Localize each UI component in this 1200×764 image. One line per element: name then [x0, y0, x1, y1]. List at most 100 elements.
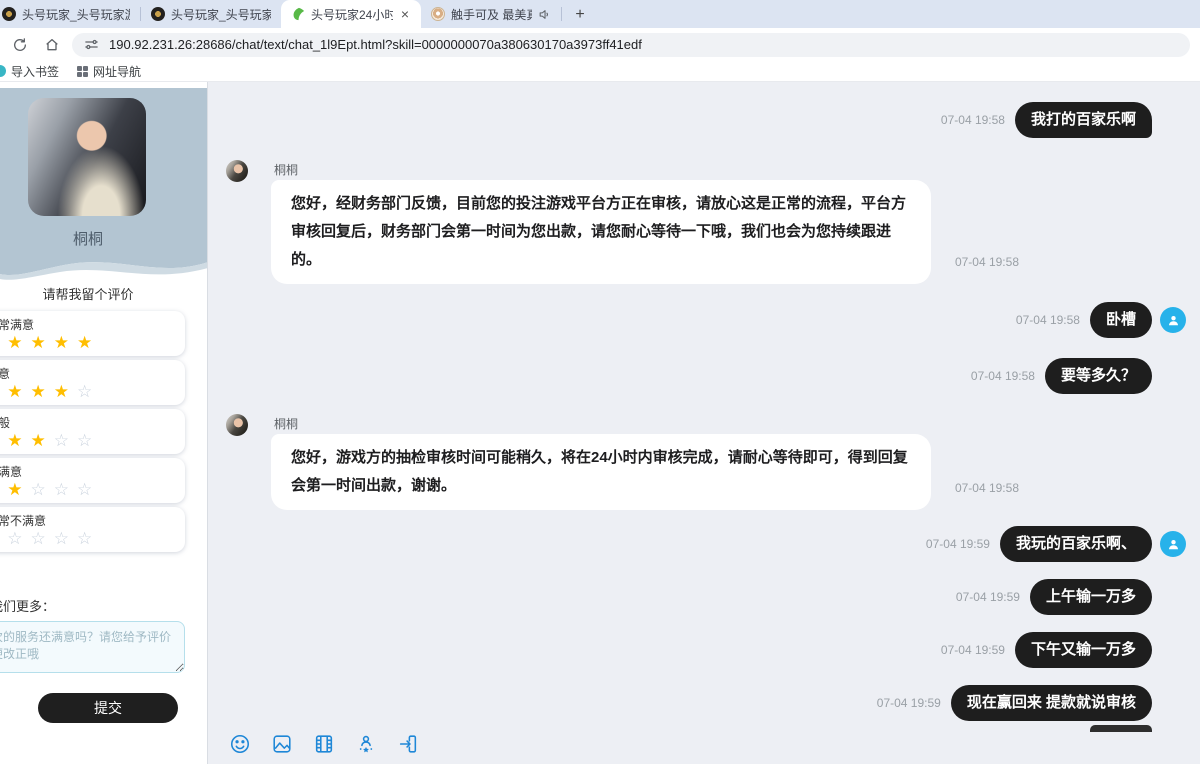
bookmark-favicon	[0, 65, 6, 77]
star-row[interactable]: ★★★★☆	[0, 382, 185, 402]
site-settings-icon[interactable]	[84, 37, 99, 52]
rating-cards: 非常满意 ★★★★★ 满意 ★★★★☆ 一般 ★★★☆☆ 不满意 ★★☆☆☆ 非…	[0, 311, 185, 552]
user-message-row: 07-04 19:59 上午输一万多	[208, 579, 1200, 615]
tab-title: 头号玩家_头号玩家游	[171, 6, 271, 23]
star-filled-icon[interactable]: ★	[77, 333, 100, 352]
bookmark-label: 网址导航	[93, 63, 141, 80]
rating-option-label: 非常满意	[0, 316, 185, 333]
rating-option-label: 非常不满意	[0, 512, 185, 529]
reload-button[interactable]	[8, 33, 32, 57]
user-avatar-icon	[1160, 531, 1186, 557]
agent-message-bubble: 您好，游戏方的抽检审核时间可能稍久，将在24小时内审核完成，请耐心等待即可，得到…	[271, 434, 931, 510]
home-button[interactable]	[40, 33, 64, 57]
star-filled-icon[interactable]: ★	[54, 382, 77, 401]
timestamp: 07-04 19:58	[1016, 313, 1080, 327]
tab-title: 触手可及 最美真人	[451, 6, 532, 23]
user-avatar-icon	[1160, 307, 1186, 333]
emoji-icon[interactable]	[228, 732, 252, 756]
star-empty-icon[interactable]: ☆	[54, 480, 77, 499]
star-filled-icon[interactable]: ★	[31, 333, 54, 352]
agent-avatar-small	[226, 160, 248, 182]
bookmarks-bar: 导入书签 网址导航	[0, 61, 1200, 82]
navigation-bar: 190.92.231.26:28686/chat/text/chat_1l9Ep…	[0, 28, 1200, 61]
star-filled-icon[interactable]: ★	[7, 333, 30, 352]
feedback-textarea[interactable]	[0, 621, 185, 673]
star-filled-icon[interactable]: ★	[7, 431, 30, 450]
rating-option[interactable]: 非常满意 ★★★★★	[0, 311, 185, 356]
star-empty-icon[interactable]: ☆	[31, 529, 54, 548]
new-tab-button[interactable]: +	[568, 3, 592, 27]
star-row[interactable]: ★★★★★	[0, 333, 185, 353]
user-message-bubble: 要等多久？	[1045, 358, 1152, 394]
agent-avatar	[28, 98, 146, 216]
bookmark-nav-site[interactable]: 网址导航	[77, 63, 141, 80]
timestamp: 07-04 19:59	[877, 696, 941, 710]
tab-2[interactable]: 头号玩家_头号玩家游	[141, 0, 281, 28]
tab-separator	[561, 7, 562, 21]
user-message-row: 07-04 19:59 下午又输一万多	[208, 632, 1200, 668]
agent-message-bubble: 您好，经财务部门反馈，目前您的投注游戏平台方正在审核，请放心这是正常的流程，平台…	[271, 180, 931, 284]
grid-icon	[77, 66, 88, 77]
rating-option[interactable]: 一般 ★★★☆☆	[0, 409, 185, 454]
user-message-row: 07-04 19:58 我打的百家乐啊	[208, 102, 1200, 138]
rating-option-label: 一般	[0, 414, 185, 431]
wave-divider	[0, 252, 208, 282]
tab-title: 头号玩家24小时在	[311, 6, 393, 23]
bookmark-label: 导入书签	[11, 63, 59, 80]
timestamp: 07-04 19:58	[971, 369, 1035, 383]
timestamp: 07-04 19:59	[926, 537, 990, 551]
star-filled-icon[interactable]: ★	[31, 382, 54, 401]
tab-audio-icon[interactable]	[538, 8, 551, 21]
transfer-agent-icon[interactable]	[354, 732, 378, 756]
tab-close-icon[interactable]: ×	[399, 6, 411, 22]
chat-panel: 07-04 19:58 我打的百家乐啊 桐桐 您好，经财务部门反馈，目前您的投注…	[208, 82, 1200, 764]
user-message-row: 07-04 19:59 现在赢回来 提款就说审核	[208, 685, 1200, 721]
user-message-bubble: 我玩的百家乐啊、	[1000, 526, 1152, 562]
star-filled-icon[interactable]: ★	[7, 480, 30, 499]
rating-title: 请帮我留个评价	[0, 284, 176, 303]
star-filled-icon[interactable]: ★	[54, 333, 77, 352]
star-filled-icon[interactable]: ★	[31, 431, 54, 450]
agent-name: 桐桐	[0, 228, 176, 249]
chat-toolbar	[208, 724, 1200, 764]
user-message-bubble: 我打的百家乐啊	[1015, 102, 1152, 138]
star-empty-icon[interactable]: ☆	[77, 529, 100, 548]
rating-option-label: 不满意	[0, 463, 185, 480]
star-empty-icon[interactable]: ☆	[77, 382, 100, 401]
star-empty-icon[interactable]: ☆	[54, 529, 77, 548]
message-text: 您好，游戏方的抽检审核时间可能稍久，将在24小时内审核完成，请耐心等待即可，得到…	[291, 449, 908, 494]
agent-message-row: 桐桐 您好，游戏方的抽检审核时间可能稍久，将在24小时内审核完成，请耐心等待即可…	[208, 414, 1200, 510]
star-empty-icon[interactable]: ☆	[7, 529, 30, 548]
agent-message-row: 桐桐 您好，经财务部门反馈，目前您的投注游戏平台方正在审核，请放心这是正常的流程…	[208, 160, 1200, 284]
message-text: 您好，经财务部门反馈，目前您的投注游戏平台方正在审核，请放心这是正常的流程，平台…	[291, 195, 906, 268]
tab-4[interactable]: 触手可及 最美真人	[421, 0, 561, 28]
exit-icon[interactable]	[396, 732, 420, 756]
user-message-bubble: 现在赢回来 提款就说审核	[951, 685, 1152, 721]
timestamp: 07-04 19:58	[955, 248, 1019, 276]
star-empty-icon[interactable]: ☆	[54, 431, 77, 450]
image-icon[interactable]	[270, 732, 294, 756]
agent-avatar-small	[226, 414, 248, 436]
rating-option[interactable]: 满意 ★★★★☆	[0, 360, 185, 405]
user-message-bubble: 上午输一万多	[1030, 579, 1152, 615]
rating-option[interactable]: 不满意 ★★☆☆☆	[0, 458, 185, 503]
tab-3-active[interactable]: 头号玩家24小时在 ×	[281, 0, 421, 28]
star-filled-icon[interactable]: ★	[7, 382, 30, 401]
agent-profile: 桐桐	[0, 88, 207, 252]
star-empty-icon[interactable]: ☆	[77, 431, 100, 450]
star-empty-icon[interactable]: ☆	[77, 480, 100, 499]
star-empty-icon[interactable]: ☆	[31, 480, 54, 499]
video-icon[interactable]	[312, 732, 336, 756]
message-list[interactable]: 07-04 19:58 我打的百家乐啊 桐桐 您好，经财务部门反馈，目前您的投注…	[208, 82, 1200, 724]
submit-button[interactable]: 提交	[38, 693, 178, 723]
tab-favicon	[431, 7, 445, 21]
star-row[interactable]: ★★★☆☆	[0, 431, 185, 451]
user-message-bubble: 卧槽	[1090, 302, 1152, 338]
timestamp: 07-04 19:58	[941, 113, 1005, 127]
bookmark-import[interactable]: 导入书签	[0, 63, 59, 80]
tab-1[interactable]: 头号玩家_头号玩家游	[0, 0, 140, 28]
star-row[interactable]: ★☆☆☆☆	[0, 529, 185, 549]
rating-option[interactable]: 非常不满意 ★☆☆☆☆	[0, 507, 185, 552]
star-row[interactable]: ★★☆☆☆	[0, 480, 185, 500]
url-bar[interactable]: 190.92.231.26:28686/chat/text/chat_1l9Ep…	[72, 33, 1190, 57]
